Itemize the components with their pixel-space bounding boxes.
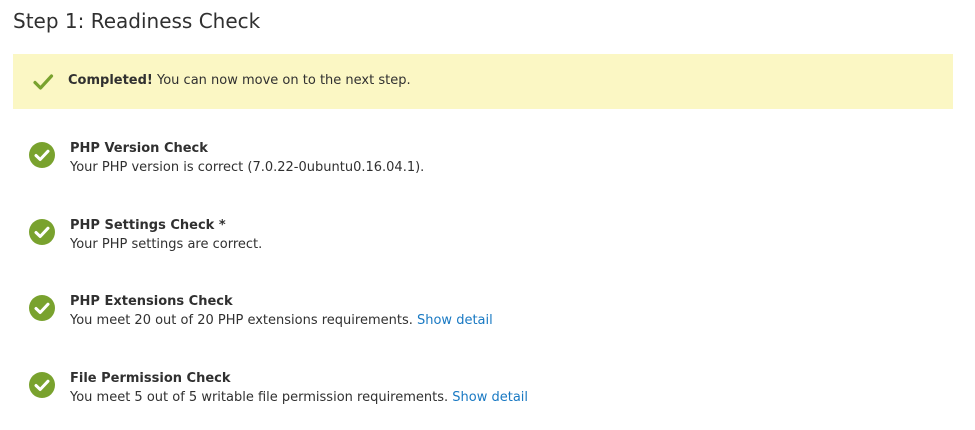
check-title: PHP Extensions Check [70,294,233,309]
check-description: You meet 20 out of 20 PHP extensions req… [70,312,493,330]
check-description-text: You meet 5 out of 5 writable file permis… [70,390,453,405]
success-check-icon [29,372,55,398]
notice-text: You can now move on to the next step. [152,73,411,88]
check-file-permission: File Permission Check You meet 5 out of … [29,370,929,414]
check-php-settings: PHP Settings Check * Your PHP settings a… [29,217,929,261]
success-check-icon [29,142,55,168]
check-description: You meet 5 out of 5 writable file permis… [70,389,528,407]
check-description: Your PHP version is correct (7.0.22-0ubu… [70,159,424,177]
checkmark-icon [33,74,54,90]
check-php-extensions: PHP Extensions Check You meet 20 out of … [29,293,929,337]
check-php-version: PHP Version Check Your PHP version is co… [29,140,929,184]
show-detail-link[interactable]: Show detail [452,390,528,405]
check-description-text: Your PHP version is correct (7.0.22-0ubu… [70,160,425,175]
show-detail-link[interactable]: Show detail [417,313,493,328]
check-description-text: You meet 20 out of 20 PHP extensions req… [70,313,417,328]
completion-notice: Completed! You can now move on to the ne… [13,54,953,109]
check-title: PHP Version Check [70,141,208,156]
success-check-icon [29,295,55,321]
check-description: Your PHP settings are correct. [70,236,262,254]
page-title: Step 1: Readiness Check [13,9,261,33]
notice-message: Completed! You can now move on to the ne… [68,72,411,90]
check-description-text: Your PHP settings are correct. [70,237,263,252]
check-title: PHP Settings Check * [70,218,226,233]
notice-strong: Completed! [68,73,153,88]
check-title: File Permission Check [70,371,231,386]
success-check-icon [29,219,55,245]
